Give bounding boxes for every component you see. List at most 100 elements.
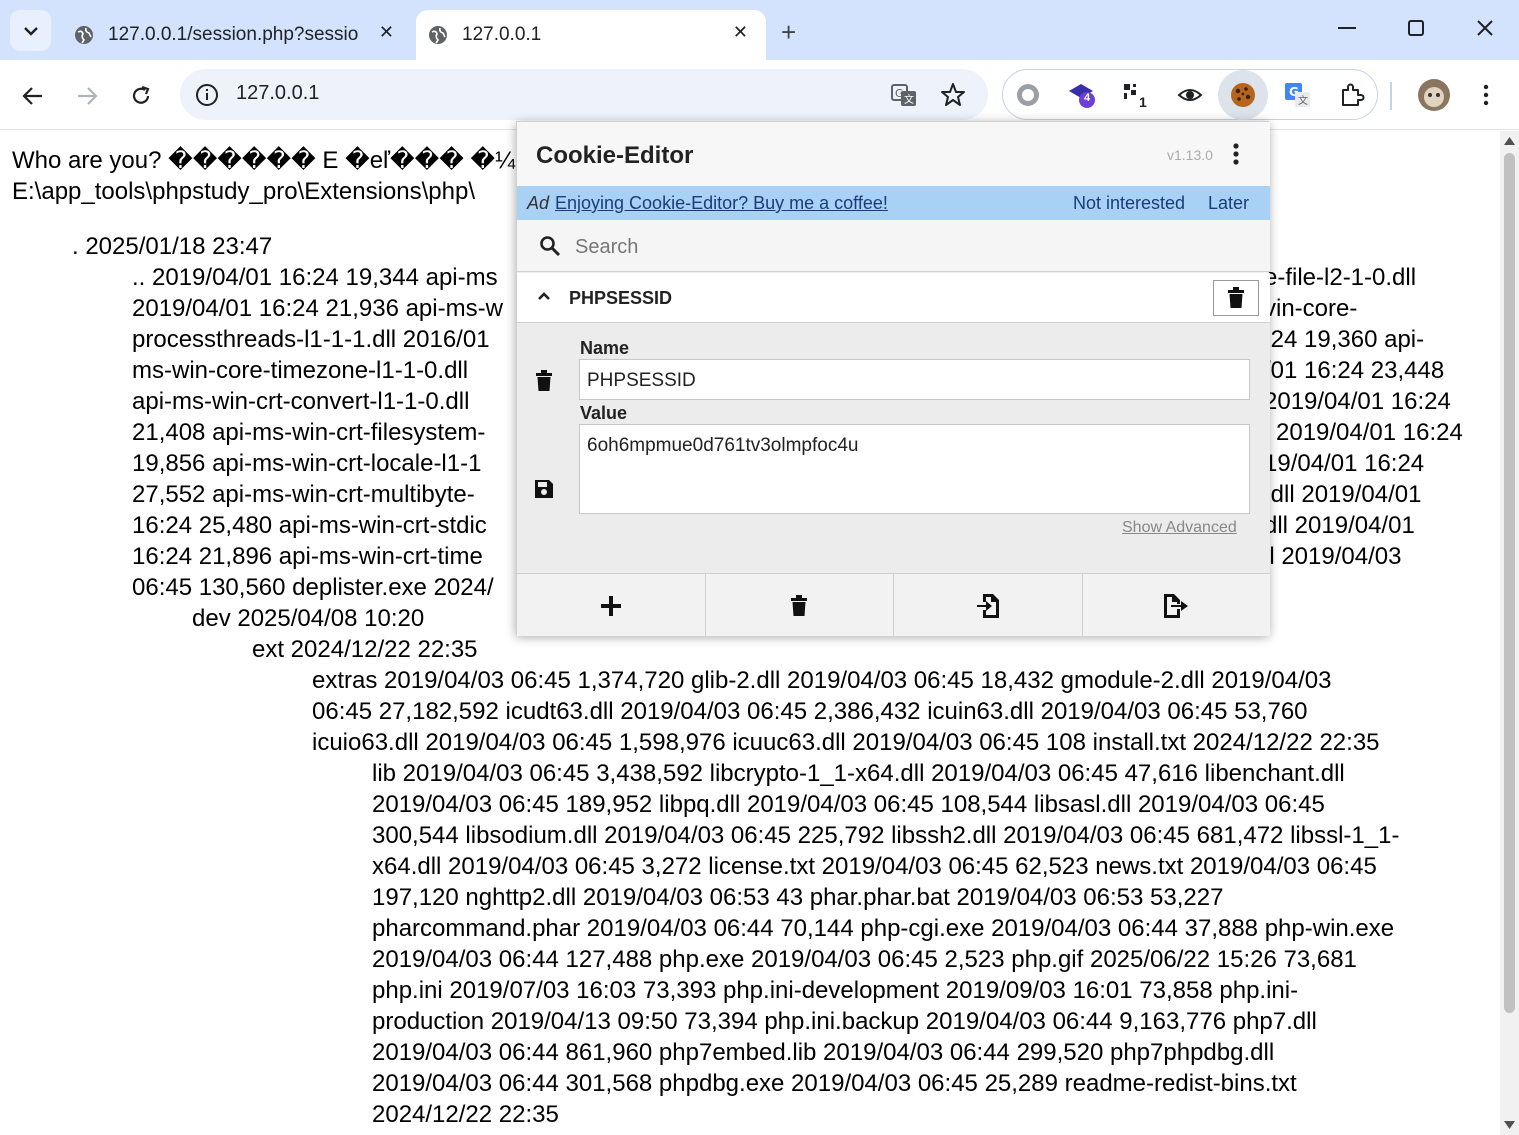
search-input[interactable] — [575, 232, 1175, 262]
extension-badge: 1 — [1139, 94, 1147, 110]
page-text-line: 300,544 libsodium.dll 2019/04/03 06:45 2… — [372, 822, 1400, 849]
value-label: Value — [580, 403, 628, 423]
page-text-fragment: e-file-l2-1-0.dll — [1264, 264, 1417, 291]
tab-title: 127.0.0.1 — [462, 24, 542, 45]
popup-footer — [517, 573, 1271, 637]
import-icon — [976, 593, 999, 618]
page-text-line: extras 2019/04/03 06:45 1,374,720 glib-2… — [312, 667, 1332, 694]
address-bar[interactable]: 127.0.0.1 G文 — [180, 69, 988, 120]
page-text-line: E:\app_tools\phpstudy_pro\Extensions\php… — [12, 178, 475, 205]
page-scrollbar[interactable] — [1500, 131, 1519, 1135]
extension-qr-button[interactable]: 1 — [1121, 80, 1151, 110]
scrollbar-thumb[interactable] — [1504, 153, 1515, 1013]
extension-eye-button[interactable] — [1175, 80, 1205, 110]
page-text-line: x64.dll 2019/04/03 06:45 3,272 license.t… — [372, 853, 1377, 880]
add-cookie-button[interactable] — [517, 574, 706, 637]
extensions-menu-button[interactable] — [1337, 80, 1367, 110]
cookie-editor-popup: Cookie-Editor v1.13.0 Ad Enjoying Cookie… — [516, 121, 1271, 637]
extension-record-button[interactable] — [1013, 80, 1043, 110]
page-text-line: ext 2024/12/22 22:35 — [252, 636, 478, 663]
page-text-line: dev 2025/04/08 10:20 — [192, 605, 425, 632]
back-button[interactable] — [19, 82, 47, 110]
page-text-line: 2024/12/22 22:35 — [372, 1101, 559, 1128]
save-icon[interactable] — [535, 480, 553, 498]
page-text-line: 2019/04/03 06:44 301,568 phpdbg.exe 2019… — [372, 1070, 1297, 1097]
arrow-left-icon — [22, 87, 42, 105]
name-field[interactable]: PHPSESSID — [579, 359, 1250, 400]
popup-menu-button[interactable] — [1229, 142, 1243, 173]
profile-avatar-icon — [1424, 87, 1444, 107]
star-icon[interactable] — [940, 82, 966, 108]
page-text-fragment: l 2019/04/01 16:24 — [1264, 419, 1463, 446]
page-text-line: 2019/04/03 06:45 189,952 libpq.dll 2019/… — [372, 791, 1325, 818]
google-translate-icon: G文 — [1285, 83, 1310, 107]
popup-title: Cookie-Editor — [536, 142, 694, 169]
ad-link[interactable]: Enjoying Cookie-Editor? Buy me a coffee! — [555, 193, 888, 214]
page-text-line: . 2025/01/18 23:47 — [72, 233, 273, 260]
page-text-line: processthreads-l1-1-1.dll 2016/01 — [132, 326, 490, 353]
record-icon — [1017, 84, 1039, 106]
more-vertical-icon — [1233, 143, 1239, 165]
cookie-item-header[interactable]: PHPSESSID — [517, 273, 1270, 323]
show-advanced-link[interactable]: Show Advanced — [1122, 519, 1237, 537]
export-button[interactable] — [1083, 574, 1271, 637]
browser-toolbar: 127.0.0.1 G文 4 1 G文 — [0, 60, 1519, 130]
chevron-down-icon — [23, 26, 38, 36]
browser-menu-button[interactable] — [1478, 82, 1494, 113]
close-icon[interactable]: ✕ — [379, 22, 394, 43]
delete-cookie-button[interactable] — [1213, 280, 1259, 316]
chevron-up-icon[interactable] — [537, 290, 551, 302]
trash-icon — [791, 594, 808, 616]
minimize-button[interactable] — [1335, 16, 1359, 40]
maximize-button[interactable] — [1404, 16, 1428, 40]
page-text-line: 19,856 api-ms-win-crt-locale-l1-1 — [132, 450, 482, 477]
page-text-line: 197,120 nghttp2.dll 2019/04/03 06:53 43 … — [372, 884, 1224, 911]
info-icon[interactable] — [194, 82, 220, 108]
close-icon[interactable]: ✕ — [733, 22, 748, 43]
tab-session[interactable]: 127.0.0.1/session.php?session ✕ — [62, 10, 412, 60]
page-text-fragment: ll 2019/04/03 — [1264, 543, 1402, 570]
eye-icon — [1177, 89, 1203, 101]
cookie-details: Name PHPSESSID Value 6oh6mpmue0d761tv3ol… — [517, 323, 1270, 573]
page-text-line: php.ini 2019/07/03 16:03 73,393 php.ini-… — [372, 977, 1299, 1004]
avatar[interactable] — [1418, 79, 1450, 111]
tab-localhost[interactable]: 127.0.0.1 ✕ — [416, 10, 766, 60]
translate-icon[interactable]: G文 — [891, 82, 917, 108]
page-text-line: 2019/04/01 16:24 21,936 api-ms-w — [132, 295, 503, 322]
version-label: v1.13.0 — [1167, 147, 1213, 163]
tab-search-button[interactable] — [10, 10, 51, 51]
extension-google-translate-button[interactable]: G文 — [1283, 80, 1313, 110]
name-label: Name — [580, 338, 630, 358]
new-tab-button[interactable]: + — [781, 17, 796, 48]
graduation-cap-icon — [1069, 84, 1095, 108]
trash-icon — [1228, 287, 1244, 308]
svg-text:文: 文 — [904, 93, 914, 106]
page-text-line: Who are you? ������ E �eľ��� �¼ — [12, 147, 516, 174]
reload-button[interactable] — [127, 82, 155, 110]
forward-button[interactable] — [73, 82, 101, 110]
page-text-line: icuio63.dll 2019/04/03 06:45 1,598,976 i… — [312, 729, 1380, 756]
extension-cookie-editor-button[interactable] — [1218, 70, 1268, 120]
puzzle-icon — [1342, 83, 1365, 106]
page-text-fragment: .dll 2019/04/01 — [1264, 481, 1422, 508]
plus-icon — [600, 595, 621, 616]
export-icon — [1164, 593, 1189, 618]
value-field[interactable]: 6oh6mpmue0d761tv3olmpfoc4u — [579, 424, 1250, 514]
scroll-up-icon[interactable] — [1504, 137, 1515, 145]
url-text: 127.0.0.1 — [236, 82, 320, 104]
import-button[interactable] — [894, 574, 1083, 637]
window-close-button[interactable] — [1473, 16, 1497, 40]
not-interested-button[interactable]: Not interested — [1073, 193, 1185, 214]
page-text-fragment: vin-core- — [1264, 295, 1358, 322]
scroll-down-icon[interactable] — [1504, 1121, 1515, 1129]
minimize-icon — [1338, 27, 1356, 29]
extension-graduation-button[interactable]: 4 — [1067, 80, 1097, 110]
tab-title: 127.0.0.1/session.php?session — [108, 24, 358, 45]
svg-text:文: 文 — [1298, 94, 1308, 107]
page-text-line: api-ms-win-crt-convert-l1-1-0.dll — [132, 388, 470, 415]
trash-icon[interactable] — [535, 370, 553, 392]
page-text-line: 2019/04/03 06:44 127,488 php.exe 2019/04… — [372, 946, 1357, 973]
page-text-line: pharcommand.phar 2019/04/03 06:44 70,144… — [372, 915, 1395, 942]
later-button[interactable]: Later — [1208, 193, 1249, 214]
delete-all-button[interactable] — [706, 574, 894, 637]
